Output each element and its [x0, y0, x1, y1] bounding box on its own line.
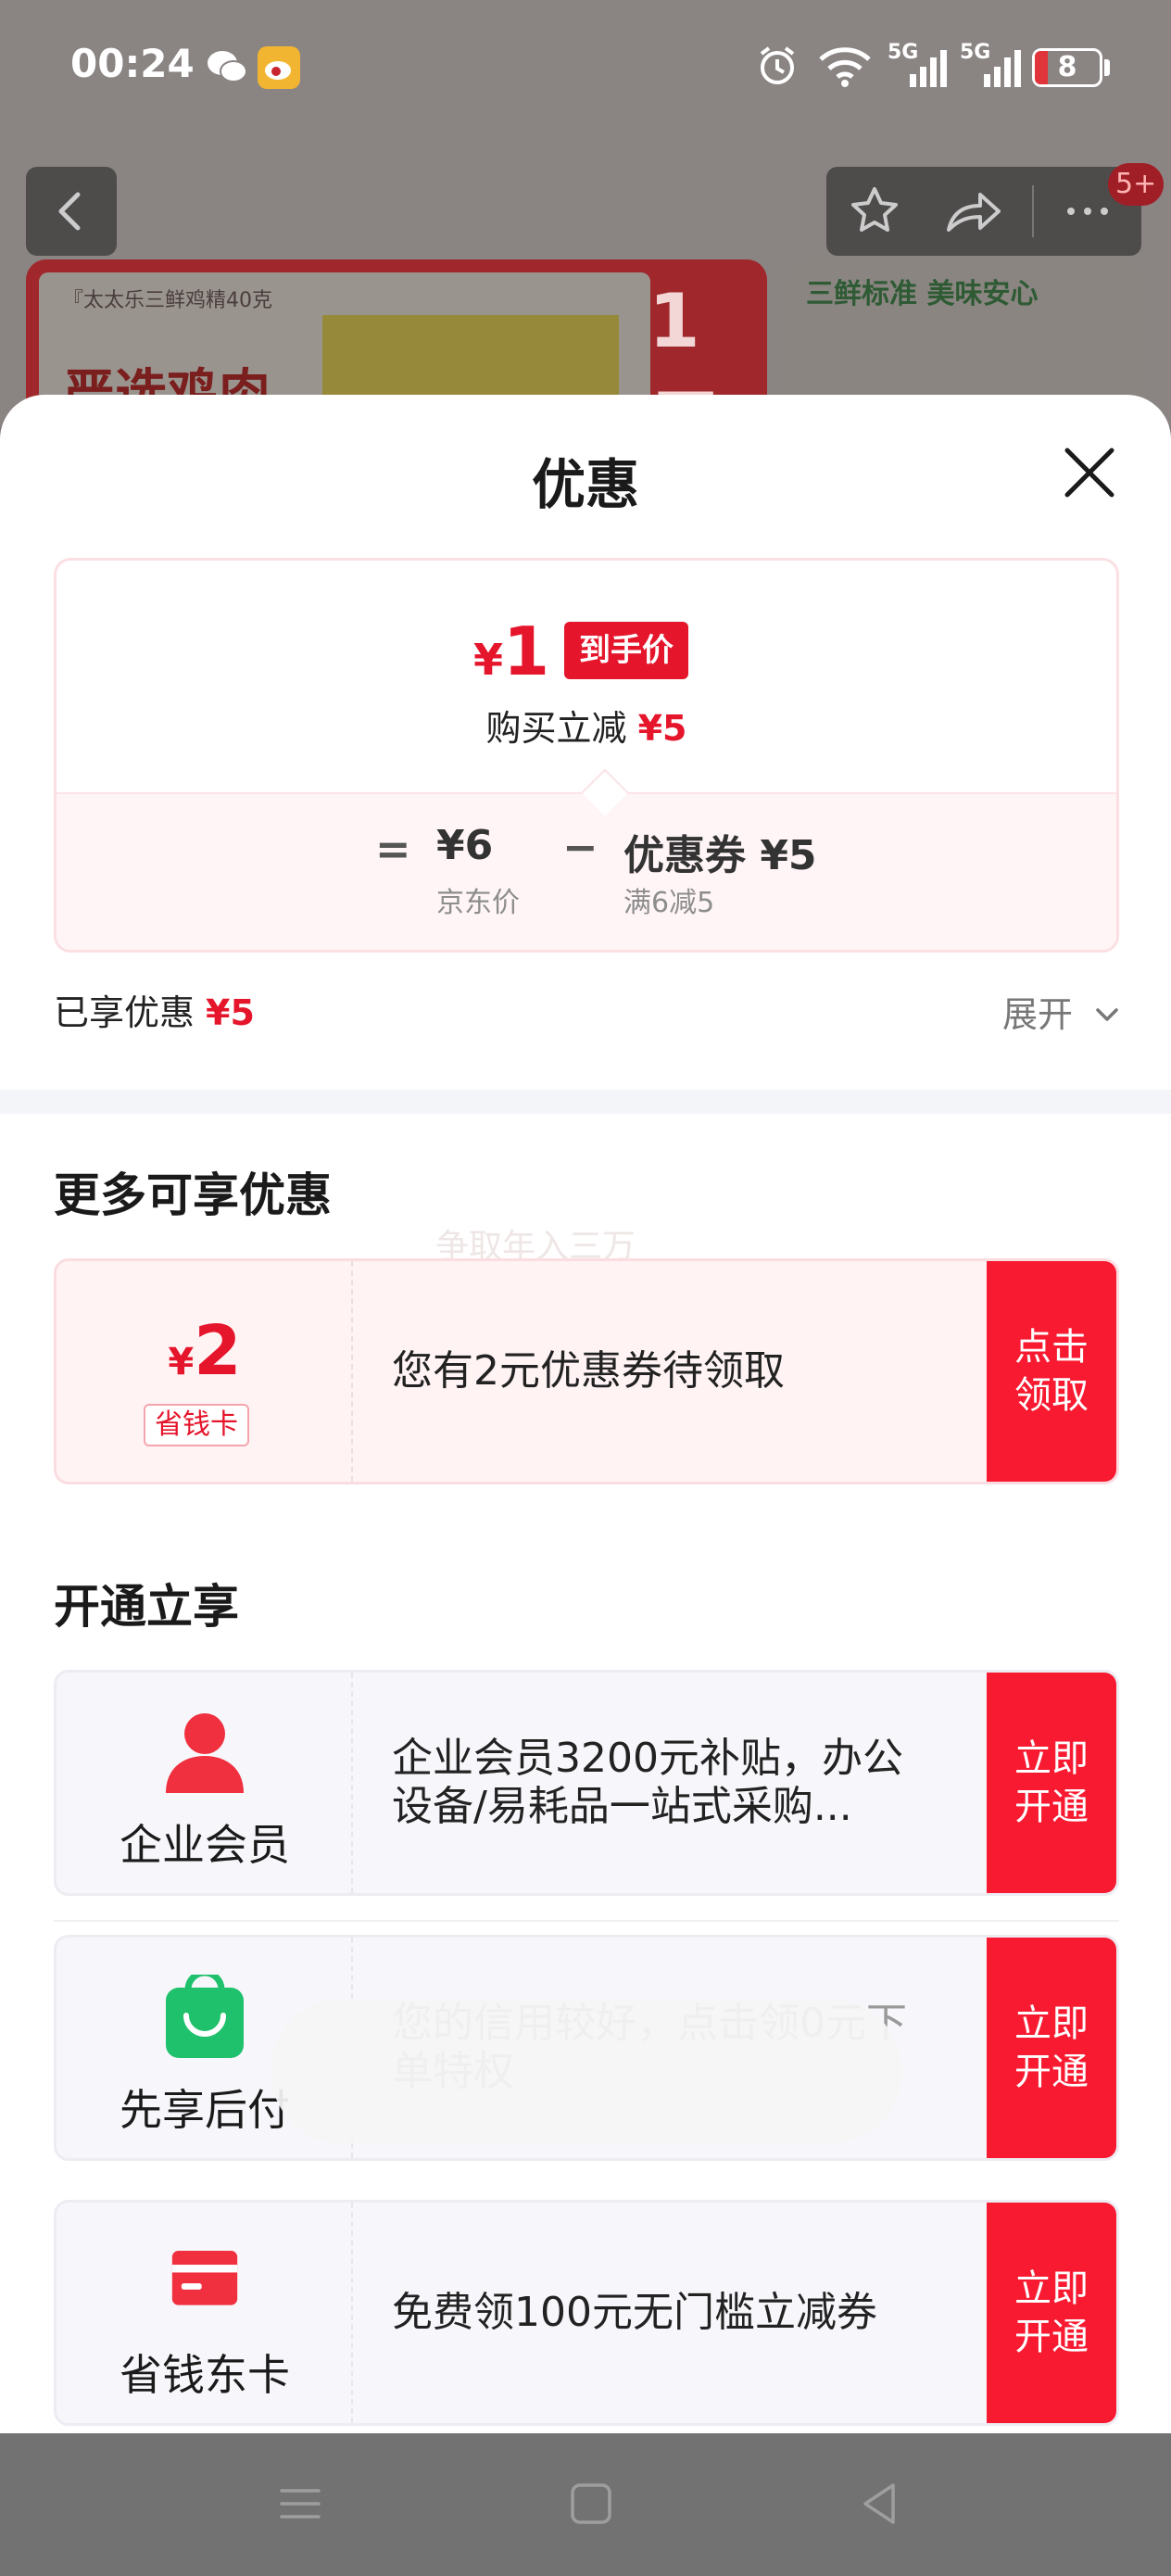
- close-icon[interactable]: [1064, 447, 1115, 499]
- divider: [1032, 185, 1034, 237]
- banner2-text: 三鲜标准 美味安心: [806, 278, 1039, 310]
- offer-left: 省钱东卡: [57, 2203, 353, 2423]
- wifi-icon: [819, 47, 871, 87]
- expand-button[interactable]: 展开: [1002, 986, 1073, 1037]
- coupon-left: ¥2 省钱卡: [57, 1261, 353, 1482]
- coupon-value: 优惠券 ¥5: [623, 832, 817, 879]
- coupon-offer-card: ¥2 省钱卡 您有2元优惠券待领取 点击领取: [54, 1258, 1119, 1484]
- offer-desc: 免费领100元无门槛立减券: [392, 2289, 877, 2336]
- wechat-icon: [208, 51, 247, 82]
- activate-button[interactable]: 立即开通: [987, 2203, 1116, 2423]
- price-summary: ¥1 到手价 购买立减 ¥5: [57, 561, 1116, 792]
- coupon-amount: ¥2: [168, 1311, 242, 1391]
- list-divider: [54, 1920, 1119, 1922]
- activate-button[interactable]: 立即开通: [987, 1673, 1116, 1893]
- jd-card-offer-card: 省钱东卡 免费领100元无门槛立减券 立即开通: [54, 2200, 1119, 2426]
- final-price-tag: 到手价: [564, 622, 688, 679]
- product-page-background: 00:24 5G 5G 8 5+ 『太太乐三鲜鸡精40克 1 三鲜标准 美味安心: [0, 0, 1171, 445]
- activate-button[interactable]: 立即开通: [987, 1938, 1116, 2158]
- jd-price-label: 京东价: [436, 887, 520, 919]
- weibo-icon: [258, 46, 300, 89]
- message-badge[interactable]: 5+: [1108, 163, 1165, 206]
- chevron-down-icon[interactable]: [1093, 1001, 1121, 1029]
- top-actions-bar: [826, 167, 1141, 256]
- equals-sign: =: [375, 824, 411, 874]
- system-nav-bar: [0, 2433, 1171, 2576]
- back-button[interactable]: [26, 167, 117, 256]
- signal-icon: [910, 50, 947, 87]
- jd-price: ¥6: [436, 822, 494, 869]
- price-breakdown-card: ¥1 到手价 购买立减 ¥5 = ¥6 京东价 − 优惠券 ¥5 满6减5: [54, 558, 1119, 953]
- star-icon[interactable]: [847, 183, 902, 239]
- instant-reduction: 购买立减 ¥5: [57, 700, 1116, 751]
- offer-left: 企业会员: [57, 1673, 353, 1893]
- battery-cap: [1104, 59, 1110, 76]
- share-icon[interactable]: [943, 183, 1002, 239]
- card-icon: [171, 2251, 238, 2305]
- coupon-desc: 您有2元优惠券待领取: [392, 1347, 785, 1395]
- home-icon[interactable]: [563, 2476, 619, 2532]
- coupon-rule: 满6减5: [623, 887, 715, 919]
- enjoyed-discount: 已享优惠 ¥5: [54, 984, 255, 1035]
- back-icon[interactable]: [852, 2476, 908, 2532]
- more-discounts-title: 更多可享优惠: [54, 1168, 332, 1222]
- claim-button[interactable]: 点击领取: [987, 1261, 1116, 1482]
- status-time: 00:24: [70, 41, 195, 86]
- more-icon[interactable]: [1060, 183, 1115, 239]
- open-benefits-title: 开通立享: [54, 1580, 239, 1634]
- status-bar: 00:24 5G 5G 8: [0, 0, 1171, 139]
- banner-brand: 『太太乐三鲜鸡精40克: [63, 289, 272, 312]
- menu-icon[interactable]: [272, 2476, 328, 2532]
- price-calculation: = ¥6 京东价 − 优惠券 ¥5 满6减5: [57, 792, 1116, 950]
- alarm-icon: [760, 46, 795, 84]
- coupon-tag: 省钱卡: [144, 1404, 249, 1446]
- enjoyed-label: 已享优惠: [54, 992, 195, 1033]
- battery-indicator: 8: [1032, 48, 1102, 87]
- section-separator: [0, 1090, 1171, 1114]
- offer-name: 企业会员: [120, 1820, 290, 1870]
- signal-icon-2: [984, 50, 1021, 87]
- final-price: ¥1: [473, 612, 550, 690]
- user-icon: [166, 1713, 244, 1793]
- reduce-amount: ¥5: [637, 708, 687, 749]
- minus-sign: −: [562, 822, 598, 872]
- enjoyed-amount: ¥5: [206, 992, 255, 1033]
- chevron-left-icon: [58, 192, 81, 231]
- toast-overlay: [271, 1999, 902, 2143]
- offer-desc: 企业会员3200元补贴，办公设备/易耗品一站式采购...: [392, 1735, 903, 1830]
- enterprise-member-card: 企业会员 企业会员3200元补贴，办公设备/易耗品一站式采购... 立即开通: [54, 1670, 1119, 1896]
- reduce-label: 购买立减: [485, 708, 627, 749]
- sheet-title: 优惠: [531, 453, 639, 516]
- offer-name: 省钱东卡: [120, 2350, 290, 2400]
